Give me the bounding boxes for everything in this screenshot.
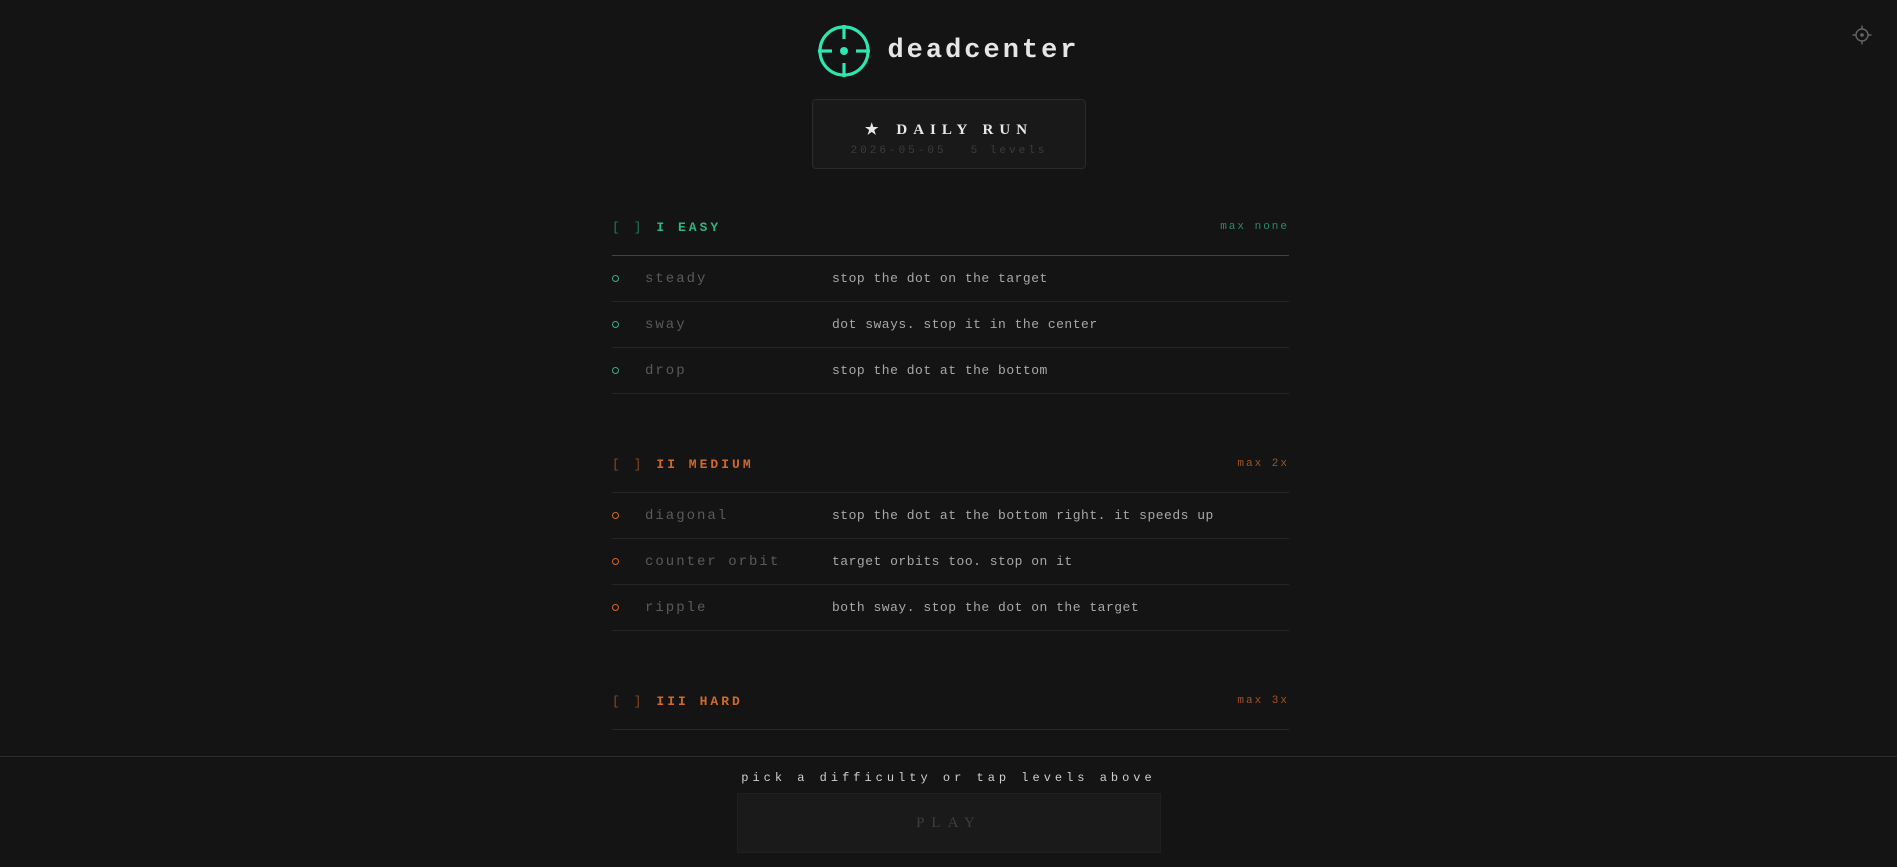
section-checkbox[interactable]: [ ] — [612, 220, 644, 235]
level-row-drop[interactable]: drop stop the dot at the bottom — [612, 348, 1289, 394]
level-row-diagonal[interactable]: diagonal stop the dot at the bottom righ… — [612, 493, 1289, 539]
section-title: III HARD — [656, 693, 743, 709]
section-header-hard[interactable]: [ ] III HARD max 3x — [612, 685, 1289, 717]
level-row-ripple[interactable]: ripple both sway. stop the dot on the ta… — [612, 585, 1289, 631]
section-max-multiplier: max 3x — [1237, 695, 1289, 707]
section-title: II MEDIUM — [656, 456, 754, 472]
level-status-dot — [612, 275, 619, 282]
section-medium: [ ] II MEDIUM max 2x diagonal stop the d… — [612, 448, 1289, 631]
daily-run-meta: 2026-05-05 5 levels — [813, 145, 1085, 157]
level-name: steady — [645, 270, 708, 287]
level-name: drop — [645, 362, 687, 379]
level-description: stop the dot on the target — [832, 271, 1048, 286]
level-description: dot sways. stop it in the center — [832, 317, 1098, 332]
section-title: I EASY — [656, 219, 722, 235]
level-description: target orbits too. stop on it — [832, 554, 1073, 569]
footer-hint: pick a difficulty or tap levels above — [741, 771, 1156, 785]
level-status-dot — [612, 512, 619, 519]
level-description: both sway. stop the dot on the target — [832, 600, 1140, 615]
daily-run-title: ★ DAILY RUN — [813, 120, 1085, 139]
section-checkbox[interactable]: [ ] — [612, 457, 644, 472]
level-name: ripple — [645, 599, 708, 616]
star-icon: ★ — [864, 122, 885, 138]
play-button[interactable]: PLAY — [737, 793, 1161, 853]
section-max-multiplier: max none — [1220, 221, 1289, 233]
crosshair-icon — [818, 25, 871, 77]
app-header: deadcenter — [0, 24, 1897, 78]
level-row-sway[interactable]: sway dot sways. stop it in the center — [612, 302, 1289, 348]
level-description: stop the dot at the bottom — [832, 363, 1048, 378]
level-status-dot — [612, 558, 619, 565]
level-name: sway — [645, 316, 687, 333]
daily-run-level-count: 5 levels — [970, 145, 1048, 157]
level-row-steady[interactable]: steady stop the dot on the target — [612, 256, 1289, 302]
daily-run-card[interactable]: ★ DAILY RUN 2026-05-05 5 levels — [812, 99, 1086, 169]
level-name: diagonal — [645, 507, 729, 524]
section-max-multiplier: max 2x — [1237, 458, 1289, 470]
level-name: counter orbit — [645, 553, 781, 570]
daily-run-label: DAILY RUN — [896, 122, 1034, 138]
level-status-dot — [612, 604, 619, 611]
section-divider — [612, 729, 1289, 730]
section-header-medium[interactable]: [ ] II MEDIUM max 2x — [612, 448, 1289, 480]
app-title: deadcenter — [887, 36, 1080, 66]
level-row-counter-orbit[interactable]: counter orbit target orbits too. stop on… — [612, 539, 1289, 585]
footer-bar: pick a difficulty or tap levels above PL… — [0, 756, 1897, 867]
section-hard: [ ] III HARD max 3x — [612, 685, 1289, 730]
daily-run-date: 2026-05-05 — [850, 145, 947, 157]
gear-icon[interactable] — [1851, 24, 1873, 46]
section-easy: [ ] I EASY max none steady stop the dot … — [612, 211, 1289, 394]
section-checkbox[interactable]: [ ] — [612, 694, 644, 709]
level-status-dot — [612, 321, 619, 328]
level-status-dot — [612, 367, 619, 374]
level-description: stop the dot at the bottom right. it spe… — [832, 508, 1214, 523]
section-header-easy[interactable]: [ ] I EASY max none — [612, 211, 1289, 243]
